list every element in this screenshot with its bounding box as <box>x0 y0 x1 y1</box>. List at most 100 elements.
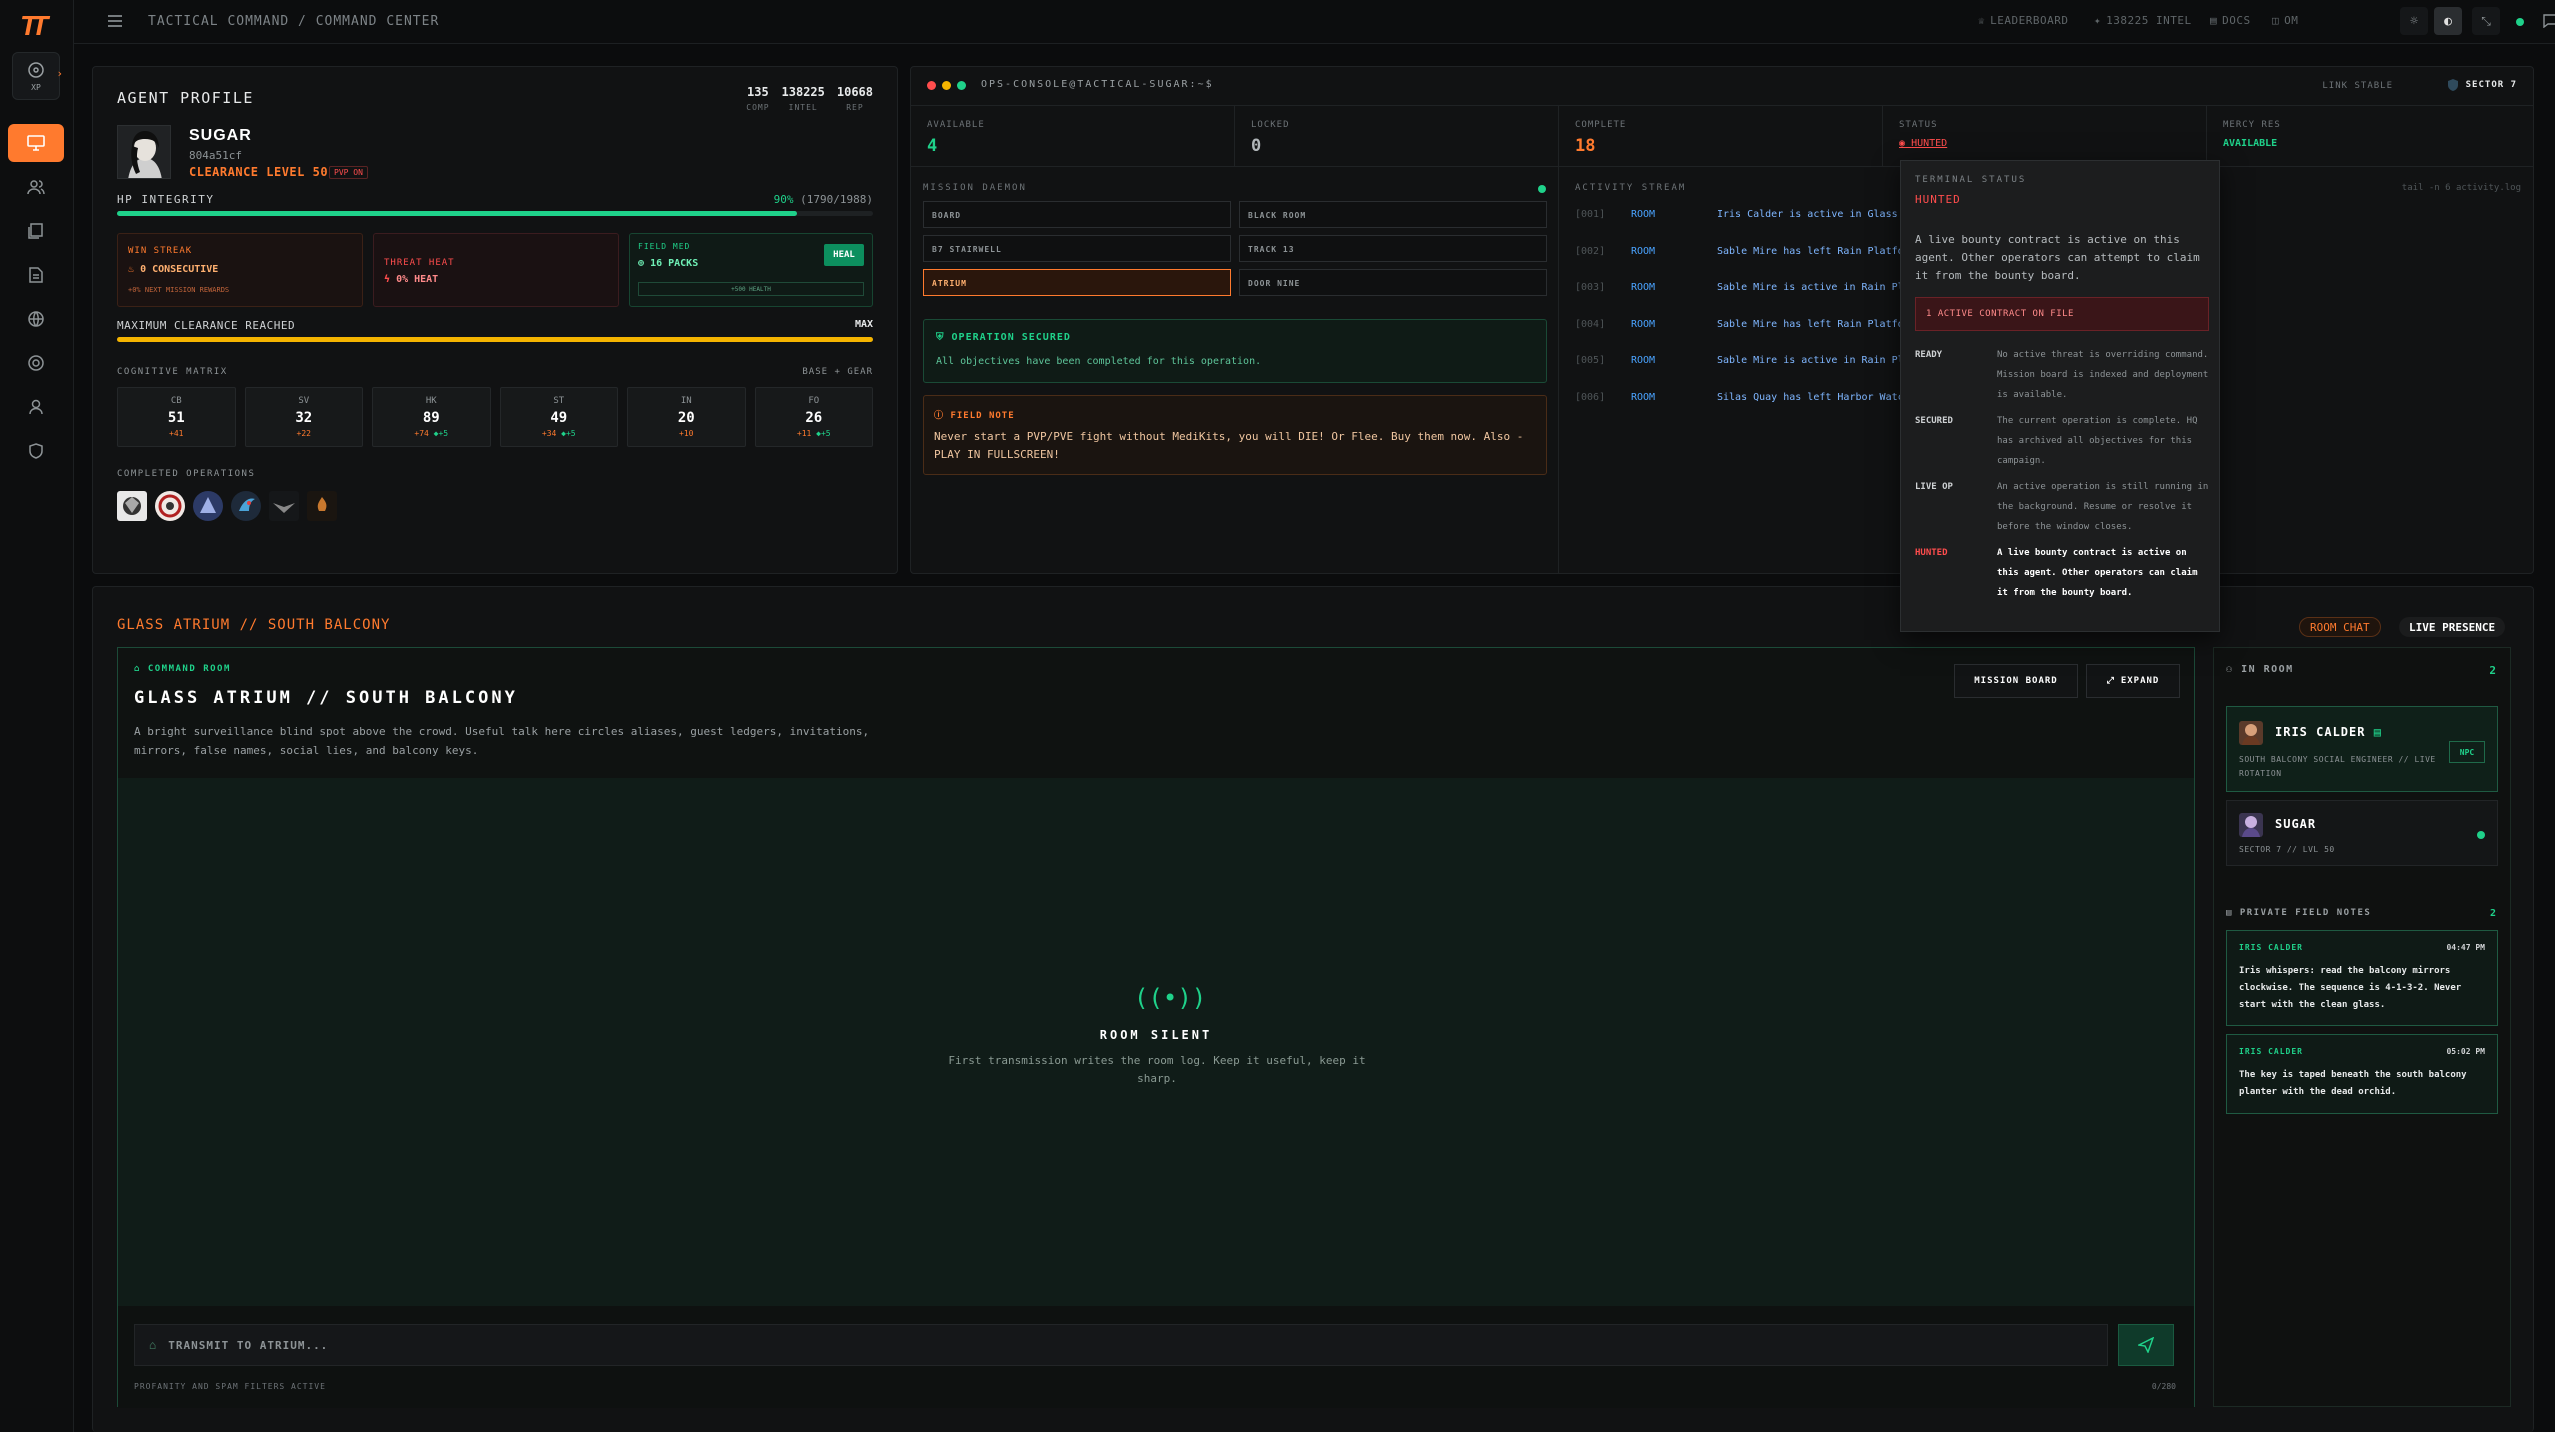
sector-badge: SECTOR 7 <box>2446 78 2517 92</box>
documents-icon <box>28 223 43 239</box>
menu-icon[interactable] <box>108 15 122 27</box>
trophy-icon: ♕ <box>1978 14 1986 27</box>
expand-label: EXPAND <box>2120 676 2160 686</box>
gear-bonus: ◆+5 <box>816 429 831 438</box>
operation-badge-icon[interactable] <box>155 491 185 521</box>
note-text: Iris whispers: read the balcony mirrors … <box>2239 966 2462 1010</box>
entry-number: [004] <box>1575 318 1606 330</box>
entry-number: [006] <box>1575 391 1606 403</box>
expand-button[interactable]: ⤢ EXPAND <box>2086 664 2180 698</box>
room-button-atrium[interactable]: ATRIUM <box>923 269 1231 296</box>
light-mode-button[interactable]: ☼ <box>2400 7 2428 35</box>
filter-status: PROFANITY AND SPAM FILTERS ACTIVE <box>134 1382 326 1391</box>
operation-badge-icon[interactable] <box>193 491 223 521</box>
field-note[interactable]: IRIS CALDER 04:47 PM Iris whispers: read t… <box>2226 930 2498 1026</box>
daemon-title: MISSION DAEMON <box>923 183 1027 193</box>
notes-title: ▤ PRIVATE FIELD NOTES <box>2226 908 2371 918</box>
nav-profile[interactable] <box>8 388 64 426</box>
contract-alert: 1 ACTIVE CONTRACT ON FILE <box>1915 297 2209 331</box>
mercy-stat: MERCY RES AVAILABLE <box>2207 106 2533 166</box>
console-title: OPS-CONSOLE@TACTICAL-SUGAR:~$ <box>981 79 1214 90</box>
nav-command-center[interactable] <box>8 124 64 162</box>
presence-name: IRIS CALDER ▤ <box>2275 725 2382 739</box>
operation-badge-icon[interactable] <box>231 491 261 521</box>
matrix-base-bonus: +34 <box>541 429 557 438</box>
leaderboard-link[interactable]: ♕ LEADERBOARD <box>1978 14 2068 27</box>
user-icon <box>29 399 43 415</box>
nav-security[interactable] <box>8 432 64 470</box>
status-value[interactable]: ◉ HUNTED <box>1899 138 1947 149</box>
entry-number: [002] <box>1575 245 1606 257</box>
notes-icon: ▤ <box>2226 908 2233 918</box>
heal-button[interactable]: HEAL <box>824 244 864 266</box>
tab-live-presence[interactable]: LIVE PRESENCE <box>2399 617 2506 637</box>
status-desc: No active threat is overriding command. … <box>1997 350 2209 400</box>
intel-counter: ✦ 138225 INTEL <box>2094 14 2192 27</box>
chat-frame: ⌂ COMMAND ROOM GLASS ATRIUM // SOUTH BAL… <box>117 647 2195 1408</box>
field-note-text: Never start a PVP/PVE fight without Medi… <box>934 430 1524 461</box>
matrix-base-bonus: +11 <box>796 429 812 438</box>
room-button-board[interactable]: BOARD <box>923 201 1231 228</box>
operation-badge-icon[interactable] <box>269 491 299 521</box>
room-title: GLASS ATRIUM // SOUTH BALCONY <box>134 688 518 708</box>
matrix-bonus: +11 ◆+5 <box>756 429 873 438</box>
presence-card-npc[interactable]: IRIS CALDER ▤ SOUTH BALCONY SOCIAL ENGIN… <box>2226 706 2498 792</box>
entry-type: ROOM <box>1631 282 1656 293</box>
presence-sidebar: ⚇ IN ROOM 2 IRIS CALDER ▤ SOUTH BALCONY … <box>2213 647 2511 1407</box>
window-dots <box>927 81 966 90</box>
win-streak-sub: +0% NEXT MISSION REWARDS <box>128 286 230 294</box>
self-portrait-icon <box>2242 816 2260 837</box>
matrix-base-bonus: +10 <box>679 429 694 438</box>
status-desc: An active operation is still running in … <box>1997 482 2209 532</box>
leaderboard-label: LEADERBOARD <box>1990 14 2069 27</box>
breadcrumb: TACTICAL COMMAND / COMMAND CENTER <box>148 14 440 29</box>
tab-room-chat[interactable]: ROOM CHAT <box>2299 617 2381 637</box>
entry-number: [001] <box>1575 209 1606 220</box>
room-button-door-nine[interactable]: DOOR NINE <box>1239 269 1547 296</box>
nav-documents[interactable] <box>8 212 64 250</box>
field-note-title: ⓘ FIELD NOTE <box>934 408 1015 421</box>
matrix-key: CB <box>170 396 182 406</box>
matrix-key: IN <box>680 396 692 406</box>
matrix-gear-bonus: +5 <box>565 429 576 438</box>
file-icon <box>29 267 43 283</box>
dark-mode-button[interactable]: ◐ <box>2434 7 2462 35</box>
room-button-track-13[interactable]: TRACK 13 <box>1239 235 1547 262</box>
agent-portrait-icon <box>118 126 170 178</box>
daemon-live-indicator <box>1538 185 1546 193</box>
field-note-title-text: FIELD NOTE <box>950 411 1015 421</box>
xp-button[interactable]: XP › <box>12 52 63 100</box>
nav-users[interactable] <box>8 168 64 206</box>
self-name: SUGAR <box>2275 817 2317 831</box>
nav-globe[interactable] <box>8 300 64 338</box>
presence-card-self[interactable]: SUGAR SECTOR 7 // LVL 50 <box>2226 800 2498 866</box>
message-input[interactable]: ⌂ TRANSMIT TO ATRIUM... <box>134 1324 2108 1366</box>
spark-icon: ✦ <box>2094 14 2102 27</box>
operation-badge-icon[interactable] <box>307 491 337 521</box>
app-logo[interactable]: TT <box>20 10 54 41</box>
nav-file[interactable] <box>8 256 64 294</box>
fire-icon: ♨ <box>128 264 135 275</box>
nav-target[interactable] <box>8 344 64 382</box>
field-note[interactable]: IRIS CALDER 05:02 PM The key is taped bene… <box>2226 1034 2498 1114</box>
mission-board-button[interactable]: MISSION BOARD <box>1954 664 2078 698</box>
win-streak-text: 0 CONSECUTIVE <box>140 264 219 275</box>
xp-icon <box>28 62 44 78</box>
room-button-b7-stairwell[interactable]: B7 STAIRWELL <box>923 235 1231 262</box>
stat-value: 10668 <box>836 85 873 99</box>
docs-link[interactable]: ▤ DOCS <box>2210 14 2251 27</box>
matrix-base-bonus: +74 <box>414 429 429 438</box>
om-link[interactable]: ◫ OM <box>2272 14 2298 27</box>
room-button-black-room[interactable]: BLACK ROOM <box>1239 201 1547 228</box>
matrix-base-bonus: +41 <box>169 429 184 438</box>
wolf-icon <box>123 497 141 515</box>
pvp-badge[interactable]: PVP ON <box>329 166 368 179</box>
send-icon <box>2138 1337 2154 1353</box>
avatar[interactable] <box>117 125 171 179</box>
send-button[interactable] <box>2118 1324 2174 1366</box>
chat-button[interactable] <box>2536 7 2555 35</box>
collapse-button[interactable]: ⤡ <box>2472 7 2500 35</box>
room-silent-title: ROOM SILENT <box>1099 1028 1213 1042</box>
operation-badge-icon[interactable] <box>117 491 147 521</box>
wings-icon <box>273 503 295 513</box>
